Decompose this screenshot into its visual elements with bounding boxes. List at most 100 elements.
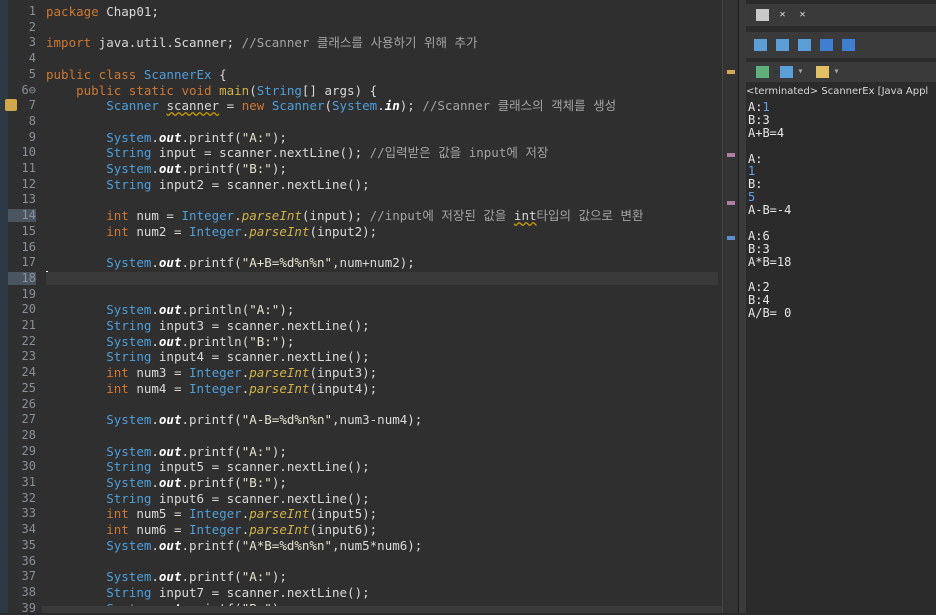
remove-launch-icon[interactable]: ✕ [776, 9, 789, 21]
code-line[interactable]: String input4 = scanner.nextLine(); [46, 350, 718, 363]
code-line[interactable]: System.out.printf("B:"); [46, 476, 718, 489]
code-line[interactable]: public class ScannerEx { [46, 68, 718, 81]
line-number[interactable]: 4 [8, 52, 36, 65]
code-line[interactable] [46, 115, 718, 128]
line-number[interactable]: 30 [8, 460, 36, 473]
code-editor[interactable]: 1 2 3 4 5 6⊖ 7 8 9 10 11 12 13 14 15 16 17 18 19 20 21 22 23 24… [0, 0, 738, 614]
line-number[interactable]: 12 [8, 177, 36, 191]
code-line[interactable] [46, 21, 718, 34]
line-number[interactable]: 19 [8, 287, 36, 301]
line-number-gutter[interactable]: 1 2 3 4 5 6⊖ 7 8 9 10 11 12 13 14 15 16 17 18 19 20 21 22 23 24… [0, 0, 42, 614]
line-number[interactable]: 29 [8, 444, 36, 458]
warning-mark[interactable] [727, 70, 735, 74]
line-number[interactable]: 32 [8, 491, 36, 505]
code-line[interactable]: System.out.println("A:"); [46, 303, 718, 316]
code-line[interactable] [46, 398, 718, 411]
remove-all-icon[interactable]: ✕ [796, 9, 809, 21]
console-menu-icon[interactable] [780, 66, 793, 78]
word-wrap-icon[interactable] [776, 39, 789, 51]
line-number[interactable]: 2 [8, 20, 36, 34]
line-number[interactable]: 34 [8, 523, 36, 536]
line-number[interactable]: 20 [8, 303, 36, 316]
line-number[interactable]: 25 [8, 381, 36, 395]
code-line[interactable]: int num = Integer.parseInt(input); //inp… [46, 209, 718, 222]
line-number[interactable]: 18 [8, 271, 36, 285]
line-number[interactable]: 5 [8, 67, 36, 81]
code-line[interactable]: int num2 = Integer.parseInt(input2); [46, 225, 718, 238]
line-number[interactable]: 8 [8, 114, 36, 128]
code-line[interactable]: System.out.printf("A:"); [46, 131, 718, 144]
code-line[interactable]: System.out.printf("A-B=%d%n%n",num3-num4… [46, 413, 718, 426]
chevron-down-icon[interactable]: ▾ [794, 66, 807, 78]
code-line[interactable]: import java.util.Scanner; //Scanner 클래스를… [46, 36, 718, 49]
line-number[interactable]: 6⊖ [8, 83, 36, 97]
line-number[interactable]: 3 [8, 36, 36, 49]
line-number[interactable]: 27 [8, 413, 36, 426]
console-output[interactable]: A:1 B:3 A+B=4 A: 1 B: 5 A-B=-4 A:6 B:3 A*B=18 A:2 B:… [748, 101, 936, 320]
show-console-icon[interactable] [798, 39, 811, 51]
code-line[interactable] [46, 288, 718, 301]
line-number[interactable]: 38 [8, 585, 36, 599]
line-number[interactable]: 1 [8, 5, 36, 18]
annotation-mark[interactable] [727, 153, 735, 157]
code-line[interactable] [46, 271, 718, 285]
line-number[interactable]: 10 [8, 146, 36, 159]
pin-console-icon[interactable] [820, 39, 833, 51]
line-number[interactable]: 31 [8, 476, 36, 489]
code-line[interactable]: String input7 = scanner.nextLine(); [46, 586, 718, 599]
code-line[interactable]: String input = scanner.nextLine(); //입력받… [46, 146, 718, 159]
occurrence-mark[interactable] [727, 236, 735, 240]
code-line[interactable]: System.out.printf("A+B=%d%n%n",num+num2)… [46, 256, 718, 269]
line-number[interactable]: 13 [8, 193, 36, 206]
code-line[interactable]: public static void main(String[] args) { [46, 84, 718, 97]
code-line[interactable] [46, 241, 718, 254]
line-number[interactable]: 14 [8, 209, 36, 223]
line-number[interactable]: 28 [8, 428, 36, 442]
code-line[interactable]: System.out.printf("A*B=%d%n%n",num5*num6… [46, 539, 718, 552]
line-number[interactable]: 11 [8, 162, 36, 175]
line-number[interactable]: 37 [8, 570, 36, 583]
line-number[interactable]: 22 [8, 334, 36, 348]
code-line[interactable] [46, 193, 718, 206]
line-number[interactable]: 23 [8, 350, 36, 363]
line-number[interactable]: 33 [8, 507, 36, 520]
line-number[interactable]: 35 [8, 538, 36, 552]
line-number[interactable]: 26 [8, 397, 36, 411]
line-number[interactable]: 16 [8, 240, 36, 254]
display-selected-icon[interactable] [842, 39, 855, 51]
new-console-icon[interactable] [816, 66, 829, 78]
code-line[interactable]: int num4 = Integer.parseInt(input4); [46, 382, 718, 395]
open-console-icon[interactable] [756, 66, 769, 78]
line-number[interactable]: 24 [8, 366, 36, 379]
code-line[interactable]: System.out.printf("B:"); [46, 162, 718, 175]
console-view[interactable]: ✕ ✕ ▾ ▾ <terminated> ScannerEx [Java App… [746, 0, 936, 613]
line-number[interactable]: 9 [8, 130, 36, 144]
code-line[interactable]: package Chap01; [46, 5, 718, 18]
code-line[interactable] [46, 429, 718, 442]
overview-ruler[interactable] [722, 0, 737, 613]
line-number[interactable]: 15 [8, 224, 36, 238]
code-area[interactable]: package Chap01; import java.util.Scanner;… [46, 0, 718, 613]
code-line[interactable]: String input2 = scanner.nextLine(); [46, 178, 718, 191]
code-line[interactable]: Scanner scanner = new Scanner(System.in)… [46, 99, 718, 112]
code-line[interactable]: System.out.println("B:"); [46, 335, 718, 348]
line-number[interactable]: 21 [8, 319, 36, 332]
code-line[interactable] [46, 555, 718, 568]
code-line[interactable]: String input5 = scanner.nextLine(); [46, 460, 718, 473]
line-number[interactable]: 17 [8, 256, 36, 269]
code-line[interactable]: int num5 = Integer.parseInt(input5); [46, 507, 718, 520]
stop-icon[interactable] [756, 9, 769, 21]
code-line[interactable]: System.out.printf("A:"); [46, 570, 718, 583]
scroll-lock-icon[interactable] [754, 39, 767, 51]
code-line[interactable]: int num6 = Integer.parseInt(input6); [46, 523, 718, 536]
line-number[interactable]: 7 [8, 99, 36, 112]
line-number[interactable]: 36 [8, 554, 36, 568]
code-line[interactable]: int num3 = Integer.parseInt(input3); [46, 366, 718, 379]
annotation-mark[interactable] [727, 201, 735, 205]
code-line[interactable] [46, 52, 718, 65]
chevron-down-icon[interactable]: ▾ [830, 66, 843, 78]
code-line[interactable]: System.out.printf("A:"); [46, 445, 718, 458]
code-line[interactable]: String input6 = scanner.nextLine(); [46, 492, 718, 505]
code-line[interactable]: String input3 = scanner.nextLine(); [46, 319, 718, 332]
horizontal-scrollbar[interactable] [42, 606, 722, 613]
